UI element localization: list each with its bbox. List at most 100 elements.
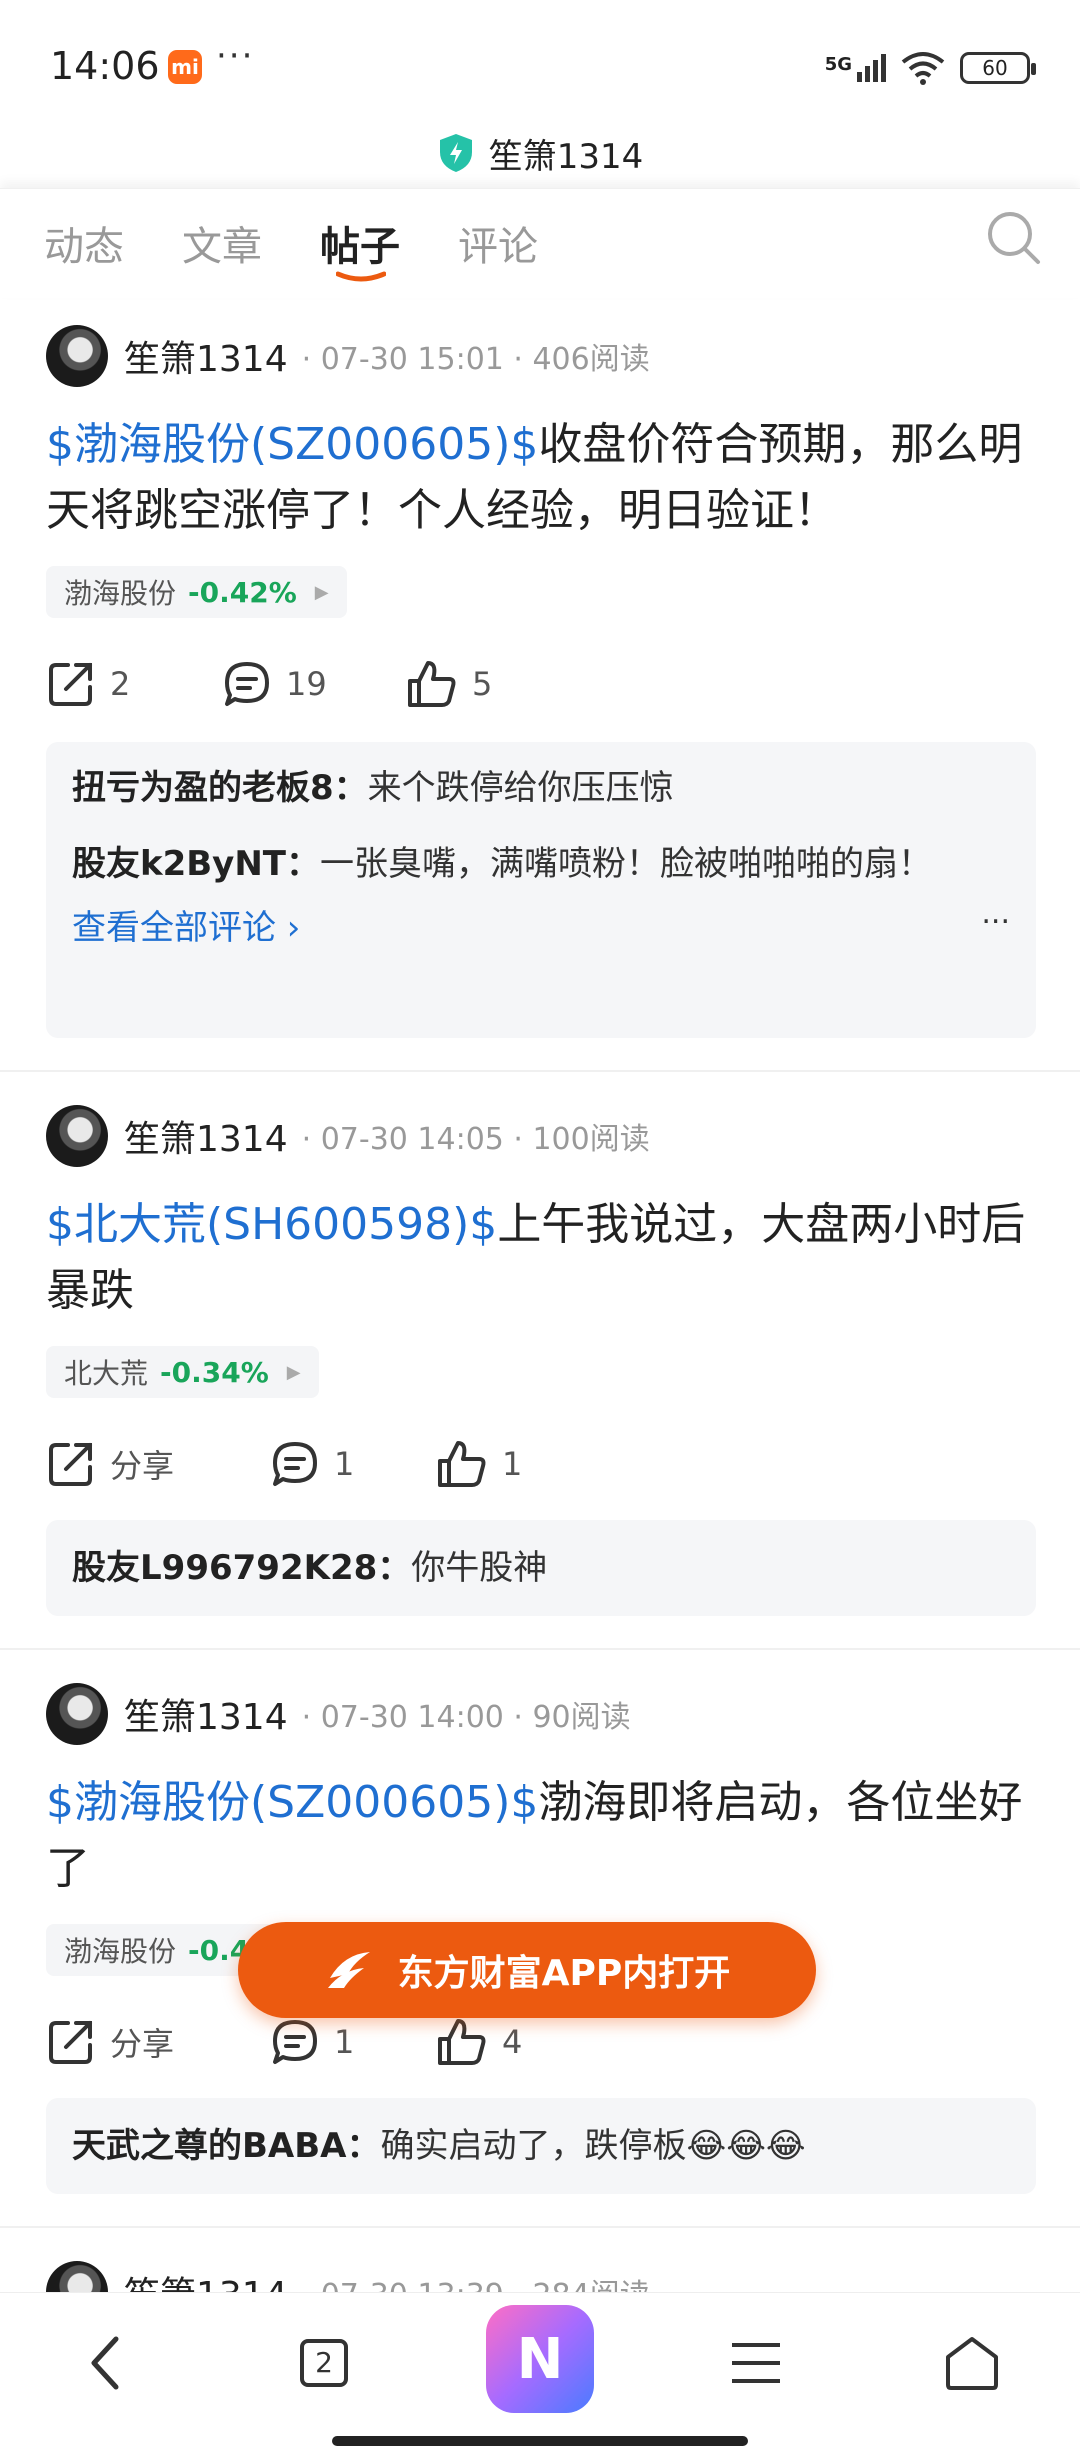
comment-user[interactable]: 天武之尊的BABA： <box>72 2126 380 2166</box>
share-label: 分享 <box>110 1447 175 1485</box>
stock-chip-name: 北大荒 <box>64 1357 149 1390</box>
home-indicator[interactable] <box>332 2436 748 2446</box>
back-arrow-icon <box>91 2336 119 2390</box>
comment-preview[interactable]: 扭亏为盈的老板8：来个跌停给你压压惊 股友k2ByNT：一张臭嘴，满嘴喷粉！脸被… <box>46 742 1036 1038</box>
comment-item: 股友k2ByNT：一张臭嘴，满嘴喷粉！脸被啪啪啪的扇！ <box>72 836 1010 892</box>
menu-icon <box>732 2343 780 2383</box>
post-content[interactable]: $渤海股份(SZ000605)$收盘价符合预期，那么明天将跳空涨停了！个人经验，… <box>46 412 1036 544</box>
home-button[interactable] <box>932 2323 1012 2403</box>
network-type-label: 5G <box>824 54 852 75</box>
share-icon <box>49 2021 92 2064</box>
mi-app-icon: mi <box>168 50 202 84</box>
stock-link[interactable]: $渤海股份(SZ000605)$ <box>46 419 538 470</box>
comment-count: 1 <box>334 2023 355 2061</box>
active-tab-indicator <box>336 271 386 282</box>
stock-link[interactable]: $渤海股份(SZ000605)$ <box>46 1777 538 1828</box>
post-meta: · 07-30 14:05 · 100阅读 <box>301 1122 650 1157</box>
play-arrow-icon: ▶ <box>286 1361 301 1383</box>
stock-link[interactable]: $北大荒(SH600598)$ <box>46 1199 497 1250</box>
share-button[interactable]: 2 <box>46 654 130 714</box>
like-count: 1 <box>502 1445 523 1483</box>
comment-count: 19 <box>286 665 327 703</box>
play-arrow-icon: ▶ <box>314 581 329 603</box>
comment-preview[interactable]: 股友L996792K28：你牛股神 <box>46 1520 1036 1616</box>
comment-text: 你牛股神 <box>411 1548 548 1588</box>
comment-text: 一张臭嘴，满嘴喷粉！脸被啪啪啪的扇！ <box>320 844 932 884</box>
share-label: 分享 <box>110 2025 175 2063</box>
eastmoney-logo-icon <box>327 1952 370 1988</box>
share-count: 2 <box>110 665 131 703</box>
stock-chip[interactable]: 北大荒 -0.34% ▶ <box>46 1346 319 1398</box>
post-header: 笙箫1314 · 07-30 15:01 · 406阅读 <box>46 324 650 388</box>
comment-user[interactable]: 扭亏为盈的老板8： <box>72 768 368 808</box>
stock-chip-name: 渤海股份 <box>64 1935 177 1968</box>
comment-icon <box>273 2020 317 2064</box>
view-all-comments-link[interactable]: 查看全部评论 › <box>72 900 1010 956</box>
stock-chip-change: -0.42% <box>188 575 297 609</box>
avatar[interactable] <box>46 325 108 387</box>
battery-icon: 60 <box>960 52 1036 84</box>
more-notifications-icon: ··· <box>216 36 255 76</box>
avatar[interactable] <box>46 1683 108 1745</box>
open-in-app-button[interactable]: 东方财富APP内打开 <box>238 1922 816 2018</box>
stock-chip-name: 渤海股份 <box>64 577 177 610</box>
more-icon[interactable]: ... <box>981 896 1010 931</box>
wifi-icon <box>901 52 945 85</box>
tab-posts[interactable]: 帖子 <box>320 214 400 272</box>
comment-button[interactable]: 19 <box>222 654 327 714</box>
tab-count: 2 <box>300 2339 348 2387</box>
post-actions: 分享 1 1 <box>46 1434 1036 1494</box>
share-button[interactable]: 分享 <box>46 2012 174 2072</box>
menu-button[interactable] <box>716 2323 796 2403</box>
post-header: 笙箫1314 · 07-30 14:05 · 100阅读 <box>46 1104 650 1168</box>
thumbs-up-icon <box>408 661 456 707</box>
like-button[interactable]: 1 <box>436 1434 522 1494</box>
comment-user[interactable]: 股友L996792K28： <box>72 1548 411 1588</box>
post-header: 笙箫1314 · 07-30 14:00 · 90阅读 <box>46 1682 631 1746</box>
back-button[interactable] <box>66 2323 146 2403</box>
post-content[interactable]: $北大荒(SH600598)$上午我说过，大盘两小时后暴跌 <box>46 1192 1036 1324</box>
shield-icon <box>439 134 472 172</box>
share-button[interactable]: 分享 <box>46 1434 174 1494</box>
comment-item: 天武之尊的BABA：确实启动了，跌停板😂😂😂 <box>72 2116 1010 2176</box>
status-time: 14:06 <box>50 44 160 88</box>
share-icon <box>49 663 92 706</box>
post-actions: 2 19 5 <box>46 654 1036 714</box>
ai-assistant-button[interactable]: N <box>486 2305 594 2413</box>
page-header: 笙箫1314 <box>0 118 1080 188</box>
status-indicators: 5G 60 <box>825 48 1036 88</box>
open-in-app-label: 东方财富APP内打开 <box>397 1953 731 1994</box>
share-icon <box>49 1443 92 1486</box>
stock-chip[interactable]: 渤海股份 -0.42% ▶ <box>46 566 347 618</box>
tab-bar <box>0 188 1080 298</box>
tab-articles[interactable]: 文章 <box>182 214 262 272</box>
browser-bottom-nav: 2 N <box>0 2292 1080 2460</box>
status-bar: 14:06 mi ··· 5G 60 <box>0 0 1080 120</box>
comment-preview[interactable]: 天武之尊的BABA：确实启动了，跌停板😂😂😂 <box>46 2098 1036 2194</box>
comment-user[interactable]: 股友k2ByNT： <box>72 844 320 884</box>
post-divider <box>0 1070 1080 1072</box>
avatar[interactable] <box>46 1105 108 1167</box>
post-meta: · 07-30 15:01 · 406阅读 <box>301 342 650 377</box>
comment-button[interactable]: 1 <box>270 2012 354 2072</box>
tab-comments[interactable]: 评论 <box>458 214 538 272</box>
comment-item: 股友L996792K28：你牛股神 <box>72 1538 1010 1598</box>
comment-icon <box>225 662 269 706</box>
post-divider <box>0 2226 1080 2228</box>
post-actions: 分享 1 4 <box>46 2012 1036 2072</box>
like-button[interactable]: 5 <box>406 654 492 714</box>
post-meta: · 07-30 14:00 · 90阅读 <box>301 1700 631 1735</box>
tabs-button[interactable]: 2 <box>284 2323 364 2403</box>
post-content[interactable]: $渤海股份(SZ000605)$渤海即将启动，各位坐好了 <box>46 1770 1036 1902</box>
comment-button[interactable]: 1 <box>270 1434 354 1494</box>
like-button[interactable]: 4 <box>436 2012 522 2072</box>
like-count: 5 <box>472 665 493 703</box>
tab-activity[interactable]: 动态 <box>44 214 124 272</box>
post-author[interactable]: 笙箫1314 <box>124 1688 288 1740</box>
post-author[interactable]: 笙箫1314 <box>124 1110 288 1162</box>
signal-5g-icon: 5G <box>825 54 886 82</box>
thumbs-up-icon <box>438 2019 486 2065</box>
comment-text: 确实启动了，跌停板😂😂😂 <box>380 2126 806 2166</box>
search-icon[interactable] <box>986 210 1042 266</box>
post-author[interactable]: 笙箫1314 <box>124 330 288 382</box>
